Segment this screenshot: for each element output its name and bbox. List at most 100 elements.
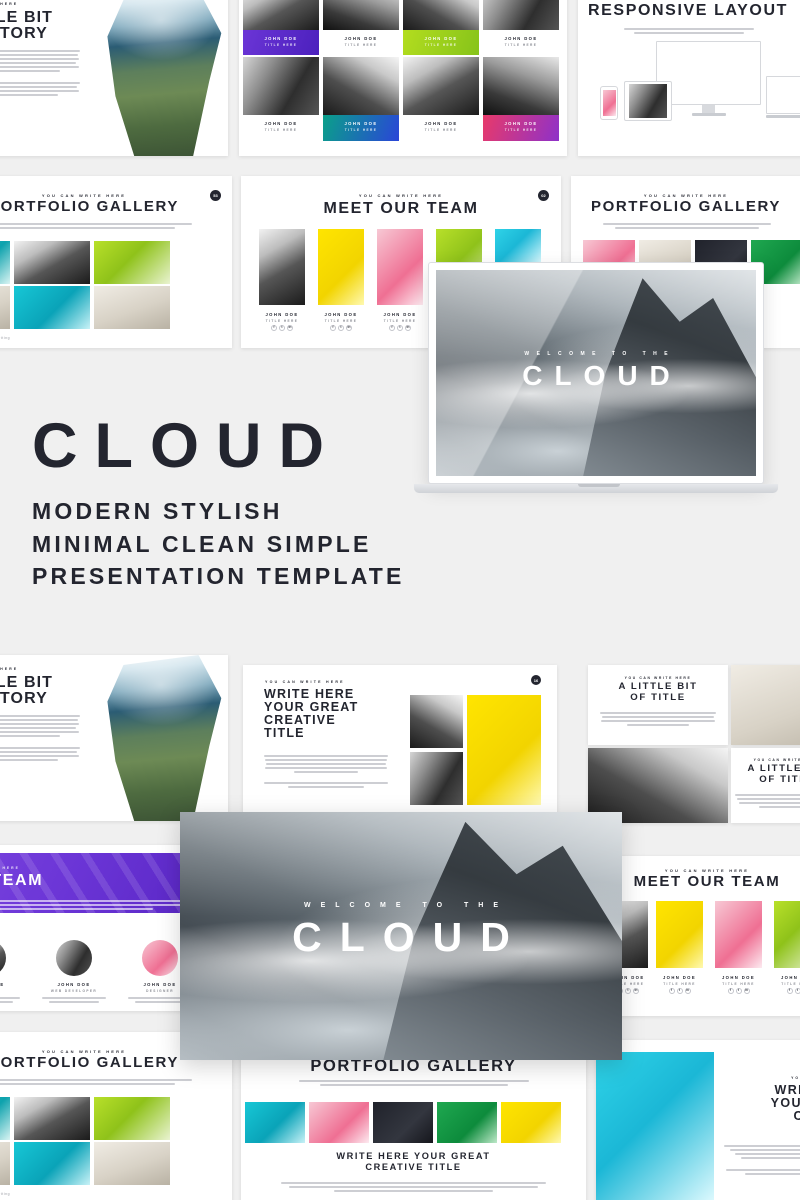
gallery-image-2[interactable] xyxy=(0,241,10,284)
slide-title-line-2: YOUR GREAT xyxy=(770,1096,800,1110)
member-title: TITLE HERE xyxy=(781,981,800,986)
gallery-image-5[interactable] xyxy=(501,1102,561,1143)
team-member-card[interactable]: JOHN DOE TITLE HERE ftin xyxy=(259,229,305,331)
gallery-image-4[interactable] xyxy=(94,1097,170,1140)
gallery-image-8[interactable] xyxy=(94,286,170,329)
member-avatar xyxy=(0,940,6,976)
slide-creative-title-bottom1[interactable]: YOU CAN WRITE HERE WRITE HERE YOUR GREAT… xyxy=(243,665,557,821)
creative-image-1[interactable] xyxy=(410,695,463,748)
facebook-icon[interactable]: f xyxy=(786,988,793,994)
gallery-image-7[interactable] xyxy=(14,286,90,329)
twitter-icon[interactable]: t xyxy=(397,325,403,331)
twitter-icon[interactable]: t xyxy=(794,988,800,994)
team-member-card[interactable]: JOHN DOE TITLE HERE ftin xyxy=(656,901,703,994)
slide-title-line-2: OF HISTORY xyxy=(0,25,48,42)
team-member-card[interactable]: JOHN DOE TITLE HERE ftin xyxy=(377,229,423,331)
slide-portfolio-gallery-bottom-center[interactable]: PORTFOLIO GALLERY WRITE HERE YOUR GREAT … xyxy=(241,1040,586,1200)
member-photo xyxy=(656,901,703,968)
slide-creative-title-bottom-right[interactable]: YOU CAN WRITE HERE WRITE HERE YOUR GREAT… xyxy=(596,1040,800,1200)
team-name: JOHN DOE xyxy=(424,36,458,41)
gallery-image-4[interactable] xyxy=(437,1102,497,1143)
slide-kicker: YOU CAN WRITE HERE xyxy=(578,0,798,1)
slide-kicker: YOU CAN WRITE HERE xyxy=(624,676,692,680)
linkedin-icon[interactable]: in xyxy=(743,988,750,994)
team-caption-6[interactable]: JOHN DOE TITLE HERE xyxy=(323,115,399,141)
gallery-image-3[interactable] xyxy=(14,1097,90,1140)
hero-title: CLOUD xyxy=(292,914,528,960)
creative-image-2[interactable] xyxy=(410,752,463,805)
gallery-image-2[interactable] xyxy=(309,1102,369,1143)
brand-block: CLOUD MODERN STYLISH MINIMAL CLEAN SIMPL… xyxy=(32,415,405,593)
slide-subtitle-line-2: CREATIVE TITLE xyxy=(365,1162,462,1172)
slide-history-bottom[interactable]: YOU CAN WRITE HERE A LITTLE BIT OF HISTO… xyxy=(0,655,228,821)
member-role: WEB DEVELOPER xyxy=(50,988,98,993)
gallery-image-8[interactable] xyxy=(94,1142,170,1185)
slide-little-title-b[interactable]: YOU CAN WRITE HERE A LITTLE BIT OF TITLE xyxy=(731,748,800,823)
gallery-image-2[interactable] xyxy=(0,1097,10,1140)
gallery-image-3[interactable] xyxy=(14,241,90,284)
slide-little-title-a[interactable]: YOU CAN WRITE HERE A LITTLE BIT OF TITLE xyxy=(588,665,728,745)
slide-kicker: YOU CAN WRITE HERE xyxy=(358,193,444,198)
slide-body-text xyxy=(0,221,192,231)
gallery-image-1[interactable] xyxy=(245,1102,305,1143)
linkedin-icon[interactable]: in xyxy=(405,325,411,331)
gallery-image-3[interactable] xyxy=(373,1102,433,1143)
slide-title: PORTFOLIO GALLERY xyxy=(310,1057,517,1075)
facebook-icon[interactable]: f xyxy=(389,325,395,331)
device-phone xyxy=(600,86,618,120)
gallery-image-7[interactable] xyxy=(14,1142,90,1185)
gallery-image-4[interactable] xyxy=(94,241,170,284)
slide-portfolio-gallery-left[interactable]: YOU CAN WRITE HERE PORTFOLIO GALLERY 53 … xyxy=(0,176,232,348)
slide-title: RESPONSIVE LAYOUT xyxy=(588,2,788,19)
team-caption-5[interactable]: JOHN DOE TITLE HERE xyxy=(243,115,319,141)
facebook-icon[interactable]: f xyxy=(668,988,675,994)
twitter-icon[interactable]: t xyxy=(279,325,285,331)
gallery-image-6[interactable] xyxy=(0,286,10,329)
linkedin-icon[interactable]: in xyxy=(633,988,639,994)
slide-team-grid[interactable]: JOHN DOE TITLE HERE JOHN DOE TITLE HERE JO… xyxy=(239,0,567,156)
team-caption-7[interactable]: JOHN DOE TITLE HERE xyxy=(403,115,479,141)
team-caption-1[interactable]: JOHN DOE TITLE HERE xyxy=(243,30,319,55)
slide-history-top[interactable]: YOU CAN WRITE HERE A LITTLE BIT OF HISTO… xyxy=(0,0,228,156)
team-member-card[interactable]: JOHN DOE MANAGER xyxy=(0,940,24,1005)
twitter-icon[interactable]: t xyxy=(735,988,742,994)
twitter-icon[interactable]: t xyxy=(625,988,631,994)
team-caption-4[interactable]: JOHN DOE TITLE HERE xyxy=(483,30,559,55)
member-title: TITLE HERE xyxy=(663,981,696,986)
member-photo xyxy=(318,229,364,305)
slide-title-line-2: OF TITLE xyxy=(630,692,686,703)
member-name: JOHN DOE xyxy=(57,982,91,987)
twitter-icon[interactable]: t xyxy=(338,325,344,331)
team-member-card[interactable] xyxy=(495,229,541,265)
linkedin-icon[interactable]: in xyxy=(287,325,293,331)
slide-kicker: YOU CAN WRITE HERE xyxy=(791,1076,800,1080)
team-member-card[interactable]: JOHN DOE TITLE HERE ftin xyxy=(318,229,364,331)
hero-kicker: WELCOME TO THE xyxy=(303,902,509,909)
member-name: JOHN DOE xyxy=(265,312,299,317)
linkedin-icon[interactable]: in xyxy=(346,325,352,331)
facebook-icon[interactable]: f xyxy=(271,325,277,331)
hero-cloud-overlay[interactable]: WELCOME TO THE CLOUD xyxy=(180,812,622,1060)
slide-title: PORTFOLIO GALLERY xyxy=(0,198,179,215)
gallery-image-6[interactable] xyxy=(0,1142,10,1185)
creative-image-3[interactable] xyxy=(467,695,541,805)
facebook-icon[interactable]: f xyxy=(727,988,734,994)
team-name: JOHN DOE xyxy=(424,121,458,126)
team-member-card[interactable]: JOHN DOE WEB DEVELOPER xyxy=(38,940,110,1005)
linkedin-icon[interactable]: in xyxy=(684,988,691,994)
team-member-card[interactable]: JOHN DOE TITLE HERE ftin xyxy=(715,901,762,994)
slide-title-line-1: WRITE HERE xyxy=(774,1083,800,1097)
slide-responsive-layout[interactable]: YOU CAN WRITE HERE RESPONSIVE LAYOUT xyxy=(578,0,800,156)
hero-title: CLOUD xyxy=(522,360,682,391)
slide-texture-panel[interactable] xyxy=(731,665,800,745)
twitter-icon[interactable]: t xyxy=(676,988,683,994)
slide-title: MEET OUR TEAM xyxy=(323,200,479,217)
facebook-icon[interactable]: f xyxy=(330,325,336,331)
team-member-card[interactable]: JOHN DOE TITLE HERE ftin xyxy=(774,901,800,994)
team-caption-8[interactable]: JOHN DOE TITLE HERE xyxy=(483,115,559,141)
team-caption-2[interactable]: JOHN DOE TITLE HERE xyxy=(323,30,399,55)
team-name: JOHN DOE xyxy=(344,36,378,41)
team-caption-3[interactable]: JOHN DOE TITLE HERE xyxy=(403,30,479,55)
slide-meet-our-team-bottom[interactable]: YOU CAN WRITE HERE MEET OUR TEAM JOHN DO… xyxy=(612,856,800,1016)
device-laptop xyxy=(766,76,800,120)
